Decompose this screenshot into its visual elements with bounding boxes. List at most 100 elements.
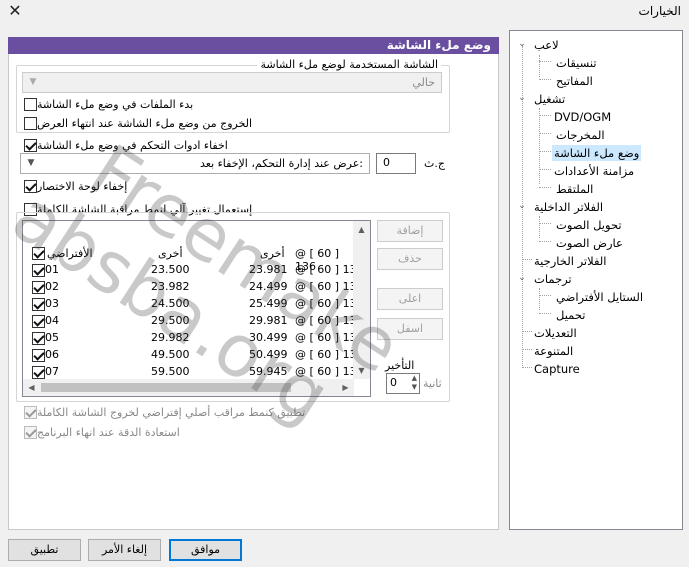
tree-item-default-style[interactable]: الستايل الأفتراضي	[554, 289, 645, 305]
cancel-button[interactable]: إلغاء الأمر	[88, 539, 161, 561]
options-tree[interactable]: ⌄ ⌄ ⌄ ⌄ لاعب تنسيقات المفاتيح تشغيل DVD/…	[509, 30, 683, 530]
row-id: 06	[45, 348, 59, 361]
collapse-icon[interactable]: ⌄	[517, 201, 527, 211]
row-other2: 49.500	[151, 348, 190, 361]
checkbox-box[interactable]	[24, 405, 37, 419]
tree-item-dvd-ogm[interactable]: DVD/OGM	[552, 109, 613, 125]
row-other1: 59.945	[249, 365, 288, 378]
close-icon[interactable]: ✕	[6, 2, 24, 20]
tree-item-subtitles[interactable]: ترجمات	[532, 271, 574, 287]
display-modes-list[interactable]: الأفتراضي أخرى أخرى @ [ 60 ] 136 01 23.50…	[22, 220, 371, 397]
row-other1: 25.499	[249, 297, 288, 310]
row-checkbox[interactable]	[32, 281, 45, 294]
col-other2: أخرى	[158, 247, 183, 260]
checkbox-box[interactable]	[24, 425, 37, 439]
hide-delay-unit: ج.ث	[424, 157, 445, 170]
table-row[interactable]: 04 29.500 29.981 @ [ 60 ] 136	[23, 313, 364, 330]
tree-item-output[interactable]: المخرجات	[554, 127, 607, 143]
collapse-icon[interactable]: ⌄	[517, 93, 527, 103]
row-checkbox[interactable]	[32, 349, 45, 362]
row-other1: 30.499	[249, 331, 288, 344]
scroll-right-icon[interactable]: ▶	[337, 379, 354, 396]
window-title: الخيارات	[638, 4, 681, 18]
hide-controls-label: اخفاء ادوات التحكم في وضع ملء الشاشة	[37, 138, 228, 152]
list-header: الأفتراضي أخرى أخرى @ [ 60 ] 136	[23, 245, 354, 273]
monitor-group-label: الشاشة المستخدمة لوضع ملء الشاشة	[257, 58, 441, 71]
tree-item-formats[interactable]: تنسيقات	[554, 55, 599, 71]
hide-shortcuts-label: إخفاء لوحة الاختصار	[37, 179, 128, 193]
hide-delay-input[interactable]: 0	[376, 153, 416, 174]
tree-item-loading[interactable]: تحميل	[554, 307, 587, 323]
apply-default-mode-checkbox[interactable]: تطبيق كنمط مراقب أصلي إفتراضي لخروج الشا…	[20, 404, 305, 420]
restore-resolution-checkbox[interactable]: استعادة الدقة عند انهاء البرنامج	[20, 424, 180, 440]
collapse-icon[interactable]: ⌄	[517, 273, 527, 283]
tree-item-audio-switcher[interactable]: تحويل الصوت	[554, 217, 624, 233]
chevron-down-icon: ▼	[29, 77, 37, 87]
hide-mode-select[interactable]: عرض عند إدارة التحكم، الإخفاء بعد: ▼	[20, 153, 370, 174]
delay-label: التأخير	[385, 359, 415, 372]
ok-button[interactable]: موافق	[169, 539, 242, 561]
row-other1: 24.499	[249, 280, 288, 293]
row-other2: 29.982	[151, 331, 190, 344]
table-row[interactable]: 01 23.500 23.981 @ [ 60 ] 136	[23, 262, 364, 279]
tree-item-player[interactable]: لاعب	[532, 37, 561, 53]
add-button[interactable]: إضافة	[377, 220, 443, 242]
table-row[interactable]: 05 29.982 30.499 @ [ 60 ] 136	[23, 330, 364, 347]
row-other1: 29.981	[249, 314, 288, 327]
table-row[interactable]: 03 24.500 25.499 @ [ 60 ] 136	[23, 296, 364, 313]
tree-item-capture-device[interactable]: الملتقط	[554, 181, 595, 197]
row-other2: 23.982	[151, 280, 190, 293]
tree-item-keys[interactable]: المفاتيح	[554, 73, 595, 89]
spin-arrows-icon[interactable]: ▲ ▼	[412, 374, 417, 392]
row-checkbox[interactable]	[32, 298, 45, 311]
row-other2: 24.500	[151, 297, 190, 310]
tree-item-fullscreen[interactable]: وضع ملء الشاشة	[552, 145, 642, 161]
row-other2: 59.500	[151, 365, 190, 378]
scroll-left-icon[interactable]: ◀	[23, 379, 40, 396]
monitor-select[interactable]: حالي ▼	[22, 72, 442, 93]
scroll-thumb[interactable]	[41, 383, 291, 392]
row-id: 02	[45, 280, 59, 293]
tree-item-misc[interactable]: المتنوعة	[532, 343, 575, 359]
delay-spinner[interactable]: 0 ▲ ▼	[386, 373, 420, 394]
tree-item-playback[interactable]: تشغيل	[532, 91, 567, 107]
row-checkbox[interactable]	[32, 332, 45, 345]
horizontal-scrollbar[interactable]: ◀ ▶	[23, 379, 354, 396]
vertical-scrollbar[interactable]: ▲ ▼	[353, 221, 370, 379]
checkbox-box[interactable]	[24, 179, 37, 193]
scroll-up-icon[interactable]: ▲	[353, 221, 370, 238]
row-id: 07	[45, 365, 59, 378]
row-other2: 23.500	[151, 263, 190, 276]
table-row[interactable]: 06 49.500 50.499 @ [ 60 ] 136	[23, 347, 364, 364]
col-other1: أخرى	[260, 247, 285, 260]
row-checkbox[interactable]	[32, 366, 45, 379]
move-up-button[interactable]: اعلى	[377, 288, 443, 310]
scroll-down-icon[interactable]: ▼	[353, 362, 370, 379]
checkbox-box[interactable]	[24, 138, 37, 152]
delete-button[interactable]: حذف	[377, 248, 443, 270]
launch-files-fullscreen-checkbox[interactable]: بدء الملفات في وضع ملء الشاشة	[20, 96, 193, 112]
delay-value: 0	[390, 376, 397, 389]
header-checkbox[interactable]	[32, 247, 45, 260]
collapse-icon[interactable]: ⌄	[517, 39, 527, 49]
tree-item-internal-filters[interactable]: الفلاتر الداخلية	[532, 199, 605, 215]
row-checkbox[interactable]	[32, 315, 45, 328]
checkbox-box[interactable]	[24, 97, 37, 111]
row-checkbox[interactable]	[32, 264, 45, 277]
tree-item-audio-renderer[interactable]: عارض الصوت	[554, 235, 625, 251]
hide-shortcuts-checkbox[interactable]: إخفاء لوحة الاختصار	[20, 178, 127, 194]
hide-mode-value: عرض عند إدارة التحكم، الإخفاء بعد:	[199, 157, 363, 170]
checkbox-box[interactable]	[24, 116, 37, 130]
tree-item-external-filters[interactable]: الفلاتر الخارجية	[532, 253, 609, 269]
apply-button[interactable]: تطبيق	[8, 539, 81, 561]
row-other2: 29.500	[151, 314, 190, 327]
hide-controls-checkbox[interactable]: اخفاء ادوات التحكم في وضع ملء الشاشة	[20, 137, 228, 153]
move-down-button[interactable]: اسفل	[377, 318, 443, 340]
row-id: 05	[45, 331, 59, 344]
table-row[interactable]: 02 23.982 24.499 @ [ 60 ] 136	[23, 279, 364, 296]
tree-item-tweaks[interactable]: التعديلات	[532, 325, 579, 341]
tree-item-sync[interactable]: مزامنة الأعدادات	[552, 163, 636, 179]
exit-on-end-label: الخروج من وضع ملء الشاشة عند انتهاء العر…	[37, 116, 253, 130]
tree-item-capture[interactable]: Capture	[532, 361, 582, 377]
exit-on-end-checkbox[interactable]: الخروج من وضع ملء الشاشة عند انتهاء العر…	[20, 115, 252, 131]
